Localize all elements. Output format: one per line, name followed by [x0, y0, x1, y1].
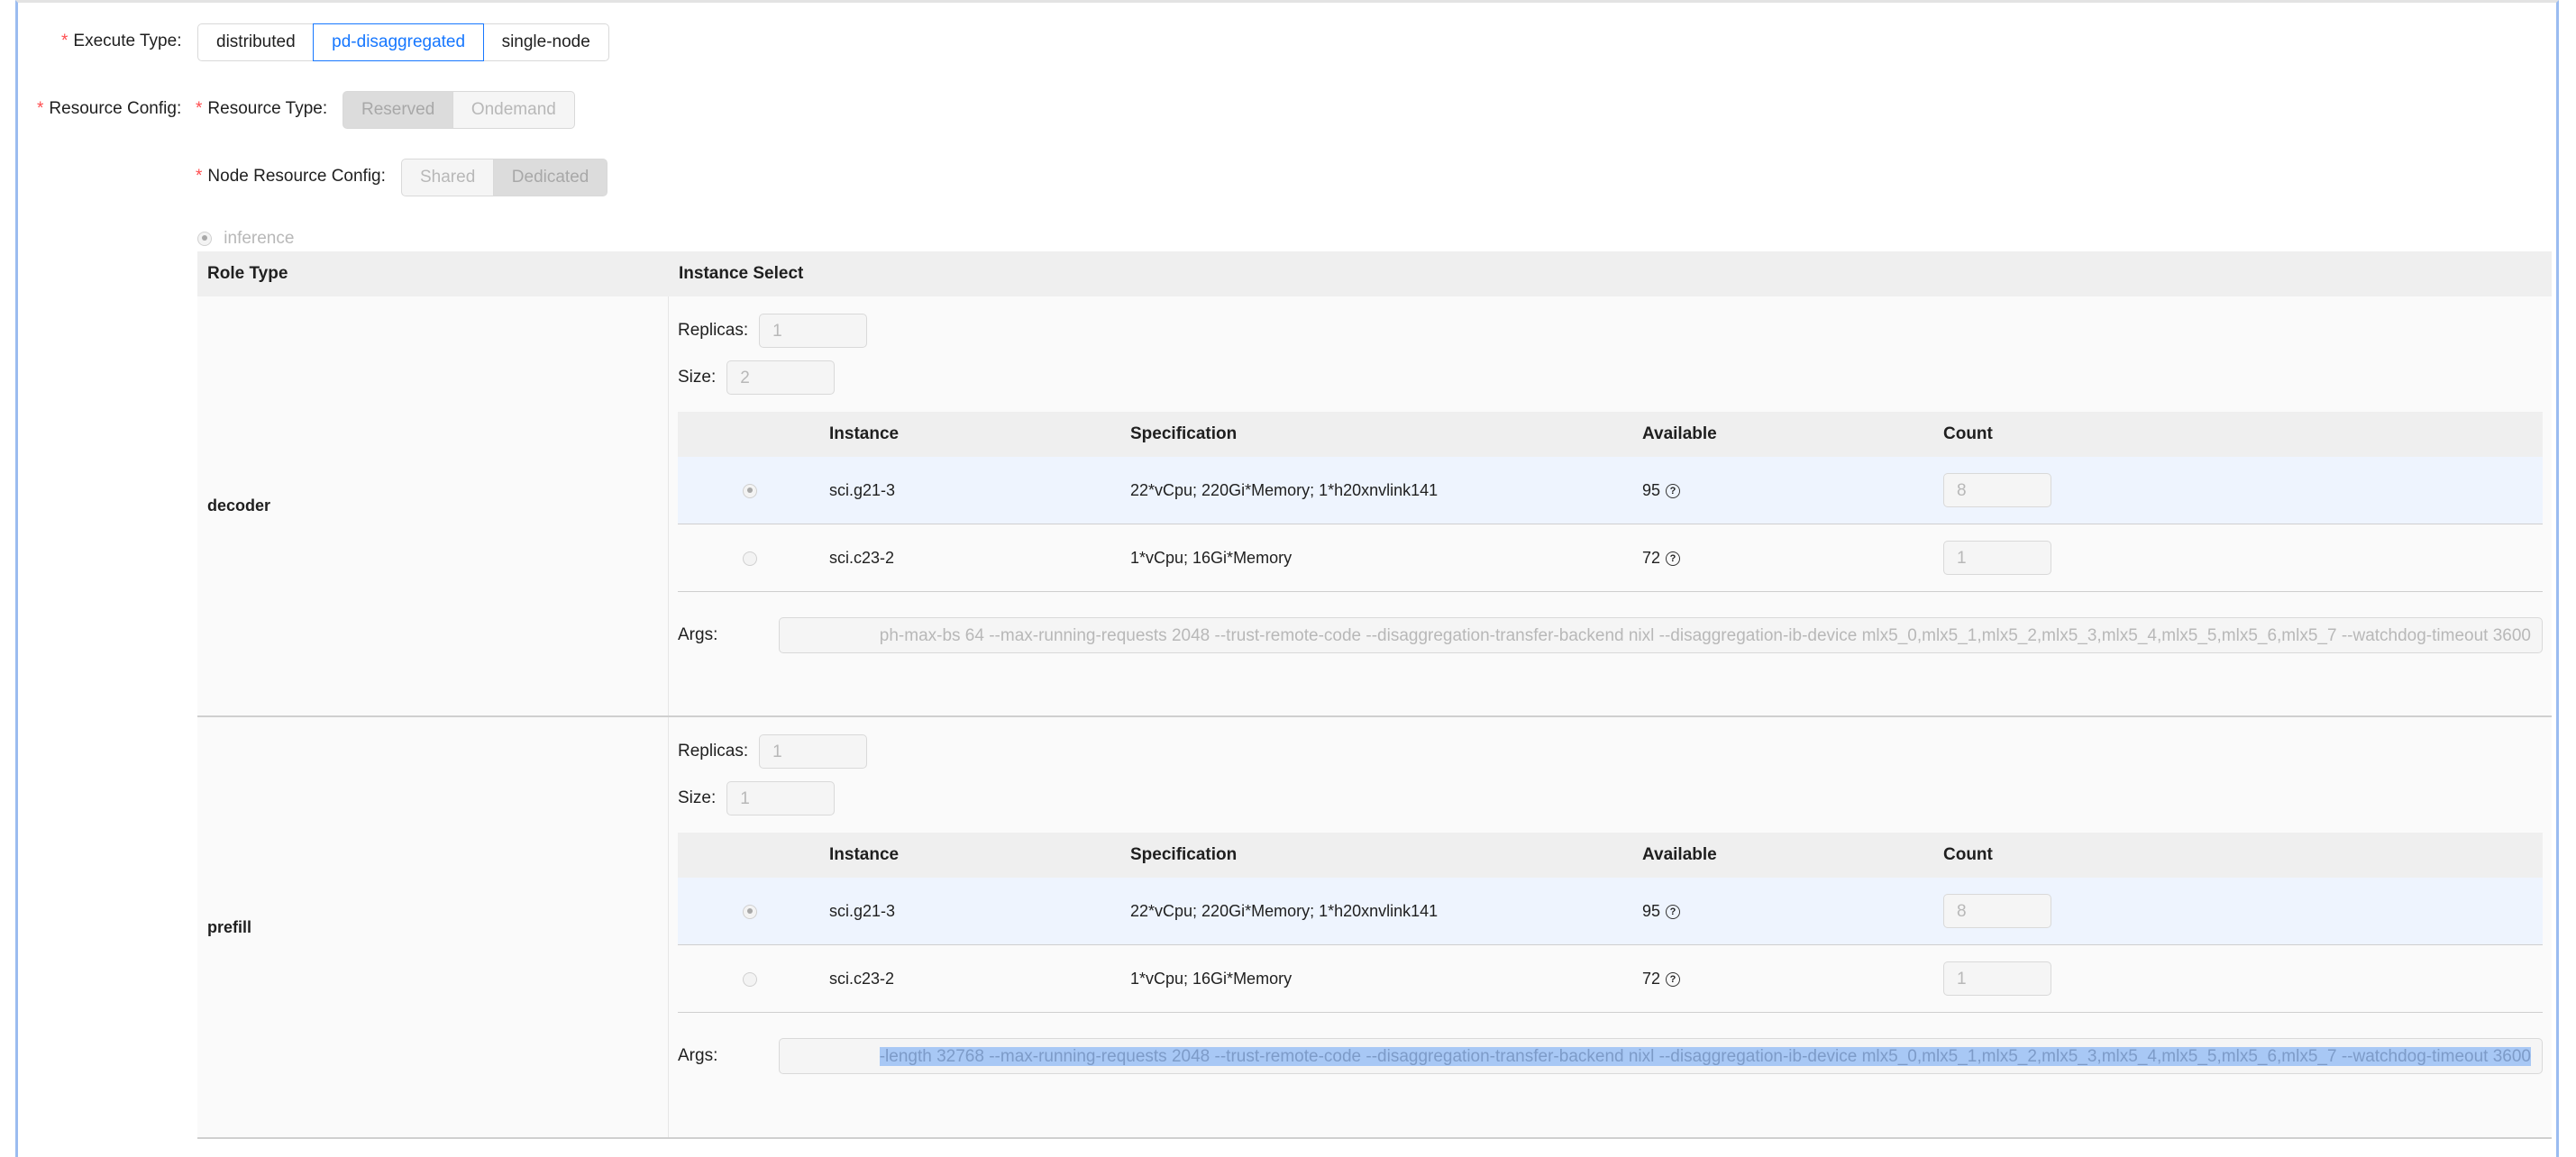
radio-col-header — [678, 833, 822, 878]
instance-spec: 1*vCpu; 16Gi*Memory — [1130, 969, 1293, 988]
instance-table: Instance Specification Available Count s… — [678, 833, 2543, 1013]
size-label: Size: — [678, 788, 717, 807]
instance-available: 95? — [1635, 902, 1936, 921]
inference-radio-label: inference — [224, 229, 295, 248]
node-resource-shared[interactable]: Shared — [401, 159, 495, 196]
resource-config-label: * Resource Config: — [37, 99, 182, 118]
instance-name: sci.c23-2 — [829, 969, 895, 988]
count-input[interactable]: 8 — [1943, 473, 2051, 507]
args-selected-text: -length 32768 --max-running-requests 204… — [879, 1047, 2531, 1066]
count-input[interactable]: 1 — [1943, 961, 2051, 996]
role-name: decoder — [197, 296, 669, 715]
instance-radio[interactable] — [743, 483, 757, 498]
count-input[interactable]: 8 — [1943, 894, 2051, 928]
resource-type-label: * Resource Type: — [196, 99, 328, 118]
size-input[interactable]: 2 — [726, 360, 836, 395]
instance-select-cell: Replicas: 1 Size: 2 Instance Specificati… — [669, 296, 2552, 715]
instance-col-header: Instance — [829, 845, 900, 864]
args-row: Args: ph-max-bs 64 --max-running-request… — [678, 592, 2543, 679]
execute-type-single-node[interactable]: single-node — [482, 23, 609, 61]
role-row-prefill: prefill Replicas: 1 Size: 1 Instance Spe… — [197, 717, 2552, 1139]
inference-radio-icon — [197, 231, 212, 246]
radio-col-header — [678, 412, 822, 457]
role-row-decoder: decoder Replicas: 1 Size: 2 Instance Spe… — [197, 296, 2552, 717]
role-table: Role Type Instance Select decoder Replic… — [197, 251, 2552, 1139]
size-input[interactable]: 1 — [726, 781, 836, 815]
role-table-header: Role Type Instance Select — [197, 251, 2552, 296]
instance-row[interactable]: sci.c23-2 1*vCpu; 16Gi*Memory 72? 1 — [678, 945, 2543, 1013]
execute-type-segmented: distributed pd-disaggregated single-node — [197, 23, 609, 61]
instance-radio[interactable] — [743, 904, 757, 919]
help-icon[interactable]: ? — [1666, 904, 1681, 919]
replicas-label: Replicas: — [678, 742, 749, 761]
size-label: Size: — [678, 368, 717, 387]
instance-spec: 1*vCpu; 16Gi*Memory — [1130, 548, 1293, 567]
available-col-header: Available — [1642, 845, 1717, 864]
instance-table-header: Instance Specification Available Count — [678, 412, 2543, 457]
help-icon[interactable]: ? — [1666, 971, 1681, 987]
instance-col-header: Instance — [829, 424, 900, 443]
args-input[interactable]: ph-max-bs 64 --max-running-requests 2048… — [779, 617, 2543, 653]
instance-table: Instance Specification Available Count s… — [678, 412, 2543, 592]
instance-select-cell: Replicas: 1 Size: 1 Instance Specificati… — [669, 717, 2552, 1137]
execute-type-label: * Execute Type: — [61, 32, 182, 50]
count-col-header: Count — [1943, 424, 1993, 443]
instance-available: 72? — [1635, 970, 1936, 988]
count-input[interactable]: 1 — [1943, 541, 2051, 575]
resource-type-ondemand[interactable]: Ondemand — [452, 91, 575, 129]
count-col-header: Count — [1943, 845, 1993, 864]
node-resource-dedicated[interactable]: Dedicated — [492, 159, 608, 196]
args-label: Args: — [678, 625, 718, 644]
help-icon[interactable]: ? — [1666, 483, 1681, 498]
replicas-input[interactable]: 1 — [759, 314, 868, 348]
instance-row[interactable]: sci.c23-2 1*vCpu; 16Gi*Memory 72? 1 — [678, 524, 2543, 592]
replicas-label: Replicas: — [678, 321, 749, 340]
instance-name: sci.c23-2 — [829, 548, 895, 567]
instance-select-header: Instance Select — [679, 264, 804, 283]
instance-row[interactable]: sci.g21-3 22*vCpu; 220Gi*Memory; 1*h20xn… — [678, 878, 2543, 945]
replicas-input[interactable]: 1 — [759, 734, 868, 769]
instance-spec: 22*vCpu; 220Gi*Memory; 1*h20xnvlink141 — [1130, 480, 1439, 499]
replicas-row: Replicas: 1 — [678, 728, 2543, 775]
role-type-header: Role Type — [207, 264, 288, 283]
size-row: Size: 2 — [678, 354, 2543, 401]
instance-row[interactable]: sci.g21-3 22*vCpu; 220Gi*Memory; 1*h20xn… — [678, 457, 2543, 524]
inference-radio[interactable]: inference — [197, 229, 294, 249]
instance-radio[interactable] — [743, 971, 757, 987]
instance-spec: 22*vCpu; 220Gi*Memory; 1*h20xnvlink141 — [1130, 901, 1439, 920]
resource-type-segmented: Reserved Ondemand — [343, 91, 575, 129]
node-resource-config-segmented: Shared Dedicated — [401, 159, 608, 196]
instance-available: 72? — [1635, 549, 1936, 568]
specification-col-header: Specification — [1130, 424, 1238, 443]
args-label: Args: — [678, 1046, 718, 1065]
instance-radio[interactable] — [743, 551, 757, 566]
role-name: prefill — [197, 717, 669, 1137]
instance-name: sci.g21-3 — [829, 901, 896, 920]
instance-available: 95? — [1635, 481, 1936, 500]
help-icon[interactable]: ? — [1666, 551, 1681, 566]
args-row: Args: -length 32768 --max-running-reques… — [678, 1013, 2543, 1099]
execute-type-pd-disaggregated[interactable]: pd-disaggregated — [313, 23, 485, 61]
resource-type-reserved[interactable]: Reserved — [343, 91, 454, 129]
node-resource-config-label: * Node Resource Config: — [196, 167, 386, 186]
args-input[interactable]: -length 32768 --max-running-requests 204… — [779, 1038, 2543, 1074]
execute-type-distributed[interactable]: distributed — [197, 23, 315, 61]
replicas-row: Replicas: 1 — [678, 307, 2543, 354]
size-row: Size: 1 — [678, 775, 2543, 822]
available-col-header: Available — [1642, 424, 1717, 443]
instance-name: sci.g21-3 — [829, 480, 896, 499]
specification-col-header: Specification — [1130, 845, 1238, 864]
instance-table-header: Instance Specification Available Count — [678, 833, 2543, 878]
